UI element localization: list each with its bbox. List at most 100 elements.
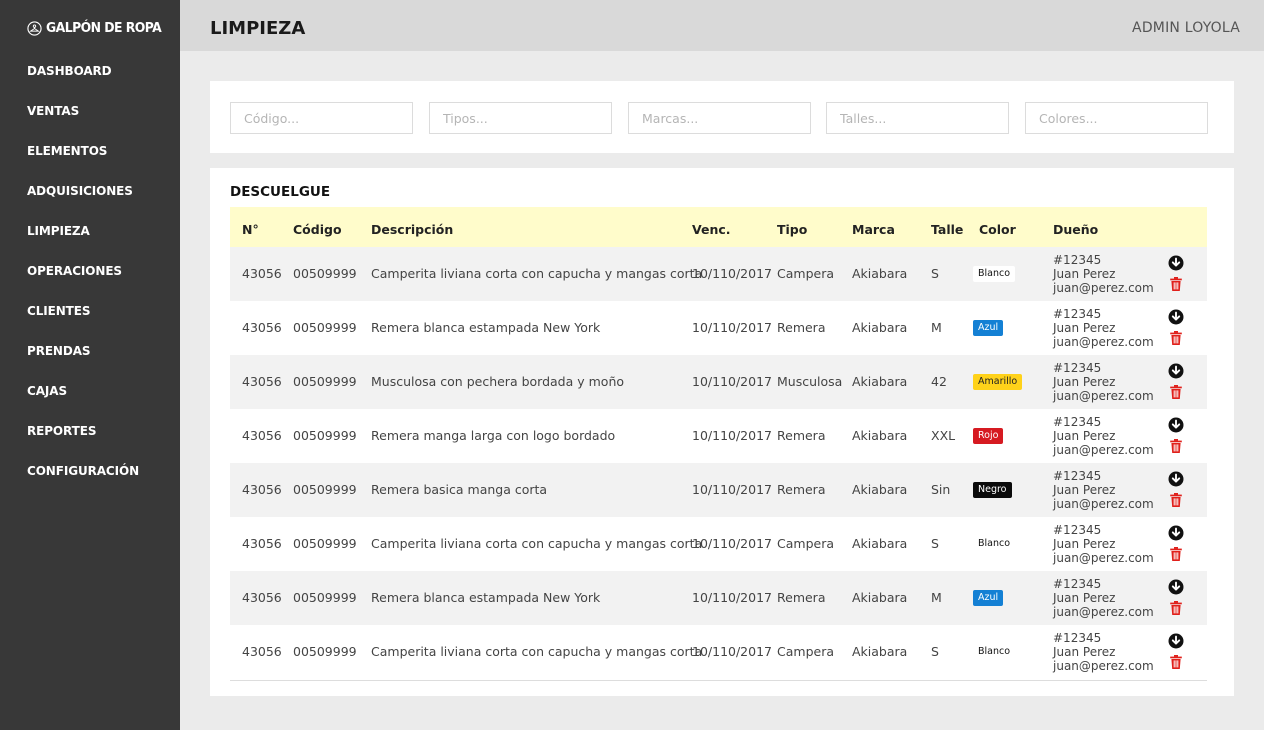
sidebar-item-reportes[interactable]: REPORTES xyxy=(27,424,96,438)
sidebar-item-ventas[interactable]: VENTAS xyxy=(27,104,79,118)
cell-numero: 43056 xyxy=(242,536,282,551)
column-header-tipo[interactable]: Tipo xyxy=(777,222,807,237)
color-badge: Negro xyxy=(973,482,1012,498)
cell-codigo: 00509999 xyxy=(293,428,357,443)
owner-email[interactable]: juan@perez.com xyxy=(1053,443,1154,457)
sidebar-item-dashboard[interactable]: DASHBOARD xyxy=(27,64,112,78)
cell-marca: Akiabara xyxy=(852,266,908,281)
table-row: 43056 00509999 Musculosa con pechera borda… xyxy=(230,355,1207,409)
owner-id: #12345 xyxy=(1053,361,1102,375)
color-badge: Azul xyxy=(973,320,1004,336)
cell-talle: 42 xyxy=(931,374,947,389)
table-row: 43056 00509999 Camperita liviana corta con… xyxy=(230,625,1207,679)
owner-id: #12345 xyxy=(1053,631,1102,645)
download-icon[interactable] xyxy=(1168,417,1184,433)
colores-filter-input[interactable] xyxy=(1025,102,1208,134)
download-icon[interactable] xyxy=(1168,309,1184,325)
trash-icon[interactable] xyxy=(1168,492,1184,508)
marcas-filter-input[interactable] xyxy=(628,102,811,134)
cell-codigo: 00509999 xyxy=(293,644,357,659)
owner-email[interactable]: juan@perez.com xyxy=(1053,389,1154,403)
user-name[interactable]: ADMIN LOYOLA xyxy=(1132,20,1240,36)
sidebar-item-cajas[interactable]: CAJAS xyxy=(27,384,67,398)
table-row: 43056 00509999 Remera manga larga con logo… xyxy=(230,409,1207,463)
sidebar-item-operaciones[interactable]: OPERACIONES xyxy=(27,264,122,278)
cell-codigo: 00509999 xyxy=(293,590,357,605)
owner-id: #12345 xyxy=(1053,307,1102,321)
cell-marca: Akiabara xyxy=(852,374,908,389)
download-icon[interactable] xyxy=(1168,633,1184,649)
column-header-talle[interactable]: Talle xyxy=(931,222,963,237)
trash-icon[interactable] xyxy=(1168,384,1184,400)
top-bar: LIMPIEZA ADMIN LOYOLA xyxy=(180,0,1264,51)
cell-tipo: Musculosa xyxy=(777,374,843,389)
column-header-codigo[interactable]: Código xyxy=(293,222,342,237)
table-row: 43056 00509999 Remera basica manga corta 10… xyxy=(230,463,1207,517)
cell-descripcion: Camperita liviana corta con capucha y ma… xyxy=(371,536,703,551)
trash-icon[interactable] xyxy=(1168,600,1184,616)
brand-name: GALPÓN DE ROPA xyxy=(46,20,162,36)
brand-logo[interactable]: GALPÓN DE ROPA xyxy=(27,18,171,38)
owner-name: Juan Perez xyxy=(1053,591,1116,605)
owner-email[interactable]: juan@perez.com xyxy=(1053,551,1154,565)
download-icon[interactable] xyxy=(1168,363,1184,379)
cell-talle: M xyxy=(931,590,942,605)
download-icon[interactable] xyxy=(1168,255,1184,271)
cell-vencimiento: 10/110/2017 xyxy=(692,482,772,497)
owner-id: #12345 xyxy=(1053,415,1102,429)
cell-tipo: Remera xyxy=(777,590,826,605)
cell-marca: Akiabara xyxy=(852,320,908,335)
cell-descripcion: Remera blanca estampada New York xyxy=(371,590,601,605)
sidebar-item-prendas[interactable]: PRENDAS xyxy=(27,344,91,358)
owner-name: Juan Perez xyxy=(1053,267,1116,281)
trash-icon[interactable] xyxy=(1168,654,1184,670)
column-header-descripcion[interactable]: Descripción xyxy=(371,222,453,237)
sidebar-item-elementos[interactable]: ELEMENTOS xyxy=(27,144,107,158)
sidebar-item-limpieza[interactable]: LIMPIEZA xyxy=(27,224,90,238)
column-header-numero[interactable]: N° xyxy=(242,222,259,237)
owner-email[interactable]: juan@perez.com xyxy=(1053,497,1154,511)
trash-icon[interactable] xyxy=(1168,276,1184,292)
trash-icon[interactable] xyxy=(1168,330,1184,346)
trash-icon[interactable] xyxy=(1168,438,1184,454)
sidebar-item-clientes[interactable]: CLIENTES xyxy=(27,304,90,318)
cell-codigo: 00509999 xyxy=(293,266,357,281)
trash-icon[interactable] xyxy=(1168,546,1184,562)
cell-marca: Akiabara xyxy=(852,482,908,497)
table-row: 43056 00509999 Remera blanca estampada New… xyxy=(230,571,1207,625)
talles-filter-input[interactable] xyxy=(826,102,1009,134)
owner-email[interactable]: juan@perez.com xyxy=(1053,335,1154,349)
owner-email[interactable]: juan@perez.com xyxy=(1053,605,1154,619)
tipos-filter-input[interactable] xyxy=(429,102,612,134)
owner-id: #12345 xyxy=(1053,577,1102,591)
cell-numero: 43056 xyxy=(242,590,282,605)
column-header-dueno[interactable]: Dueño xyxy=(1053,222,1098,237)
cell-descripcion: Musculosa con pechera bordada y moño xyxy=(371,374,625,389)
hanger-circle-icon xyxy=(27,20,42,36)
cell-vencimiento: 10/110/2017 xyxy=(692,590,772,605)
table-row: 43056 00509999 Camperita liviana corta con… xyxy=(230,517,1207,571)
sidebar-item-configuracion[interactable]: CONFIGURACIÓN xyxy=(27,464,139,478)
color-badge: Azul xyxy=(973,590,1004,606)
cell-marca: Akiabara xyxy=(852,590,908,605)
cell-vencimiento: 10/110/2017 xyxy=(692,644,772,659)
sidebar-item-adquisiciones[interactable]: ADQUISICIONES xyxy=(27,184,133,198)
cell-talle: XXL xyxy=(931,428,956,443)
cell-tipo: Remera xyxy=(777,320,826,335)
download-icon[interactable] xyxy=(1168,471,1184,487)
owner-email[interactable]: juan@perez.com xyxy=(1053,281,1154,295)
column-header-vencimiento[interactable]: Venc. xyxy=(692,222,731,237)
cell-numero: 43056 xyxy=(242,320,282,335)
color-badge: Blanco xyxy=(973,536,1016,552)
column-header-marca[interactable]: Marca xyxy=(852,222,895,237)
cell-tipo: Campera xyxy=(777,644,834,659)
table-row: 43056 00509999 Remera blanca estampada New… xyxy=(230,301,1207,355)
owner-email[interactable]: juan@perez.com xyxy=(1053,659,1154,673)
cell-talle: S xyxy=(931,536,939,551)
color-badge: Blanco xyxy=(973,644,1016,660)
codigo-filter-input[interactable] xyxy=(230,102,413,134)
column-header-color[interactable]: Color xyxy=(979,222,1016,237)
download-icon[interactable] xyxy=(1168,579,1184,595)
download-icon[interactable] xyxy=(1168,525,1184,541)
owner-name: Juan Perez xyxy=(1053,645,1116,659)
